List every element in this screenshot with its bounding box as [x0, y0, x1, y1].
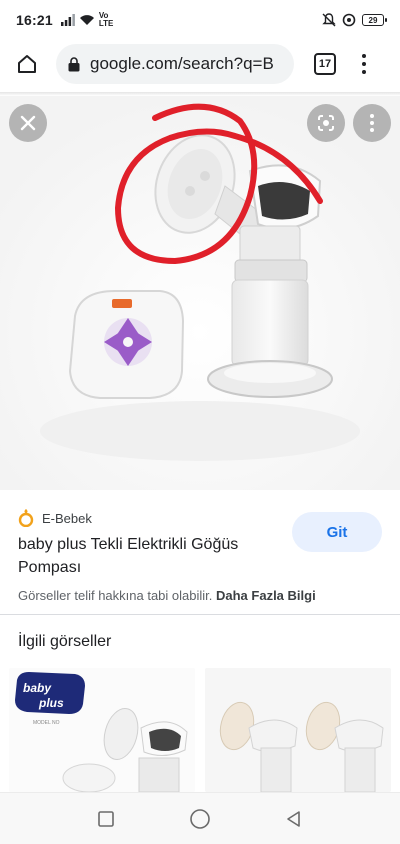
- mute-bell-icon: [322, 13, 336, 27]
- baby-plus-logo-bottom: plus: [38, 696, 64, 710]
- close-button[interactable]: [9, 104, 47, 142]
- tab-switcher-button[interactable]: 17: [314, 53, 336, 75]
- recent-apps-icon[interactable]: [97, 810, 115, 828]
- product-image: [0, 96, 400, 490]
- more-dot-icon: [370, 114, 374, 118]
- status-left-icons: Vo LTE: [60, 12, 114, 28]
- url-text: google.com/search?q=B: [90, 54, 274, 73]
- related-image-1-graphic: baby plus MODEL NO: [9, 668, 195, 792]
- model-label: MODEL NO: [33, 720, 60, 726]
- visit-button[interactable]: Git: [292, 512, 382, 552]
- system-navigation-bar: [0, 792, 400, 844]
- related-image-1[interactable]: baby plus MODEL NO: [9, 668, 195, 792]
- source-name: E-Bebek: [42, 510, 92, 526]
- battery-icon: 29: [362, 14, 387, 26]
- status-right-icons: 29: [322, 13, 387, 27]
- section-divider: [0, 614, 400, 615]
- status-bar: 16:21 Vo LTE 29: [0, 0, 400, 40]
- result-source[interactable]: E-Bebek: [18, 509, 92, 527]
- close-icon: [20, 115, 36, 131]
- back-triangle-icon[interactable]: [285, 810, 303, 828]
- wifi-icon: [79, 15, 94, 25]
- menu-dot-icon: [362, 70, 366, 74]
- browser-toolbar: google.com/search?q=B 17: [0, 40, 400, 88]
- home-button[interactable]: [10, 47, 44, 81]
- home-circle-icon[interactable]: [189, 808, 211, 830]
- menu-dot-icon: [362, 62, 366, 66]
- volte-bottom: LTE: [98, 19, 114, 28]
- google-lens-icon: [318, 115, 334, 131]
- signal-icon: [60, 14, 75, 26]
- volte-indicator: Vo LTE: [99, 12, 114, 28]
- baby-plus-logo-top: baby: [23, 681, 52, 695]
- menu-dot-icon: [362, 54, 366, 58]
- lock-icon: [68, 56, 80, 71]
- more-dot-icon: [370, 128, 374, 132]
- result-title[interactable]: baby plus Tekli Elektrikli Göğüs Pompası: [18, 533, 268, 579]
- e-bebek-favicon-icon: [18, 509, 34, 527]
- lens-button[interactable]: [307, 104, 345, 142]
- more-info-link[interactable]: Daha Fazla Bilgi: [216, 588, 316, 603]
- more-dot-icon: [370, 121, 374, 125]
- data-saver-icon: [342, 13, 356, 27]
- address-bar[interactable]: google.com/search?q=B: [56, 44, 294, 84]
- copyright-notice: Görseller telif hakkına tabi olabilir. D…: [18, 588, 316, 603]
- status-time: 16:21: [16, 12, 53, 28]
- related-images-heading: İlgili görseller: [18, 633, 112, 650]
- copyright-text: Görseller telif hakkına tabi olabilir.: [18, 588, 213, 603]
- home-icon: [18, 55, 36, 73]
- image-preview[interactable]: [0, 96, 400, 490]
- image-more-button[interactable]: [353, 104, 391, 142]
- related-image-2[interactable]: [205, 668, 391, 792]
- browser-menu-button[interactable]: [354, 50, 374, 78]
- related-image-2-graphic: [205, 668, 391, 792]
